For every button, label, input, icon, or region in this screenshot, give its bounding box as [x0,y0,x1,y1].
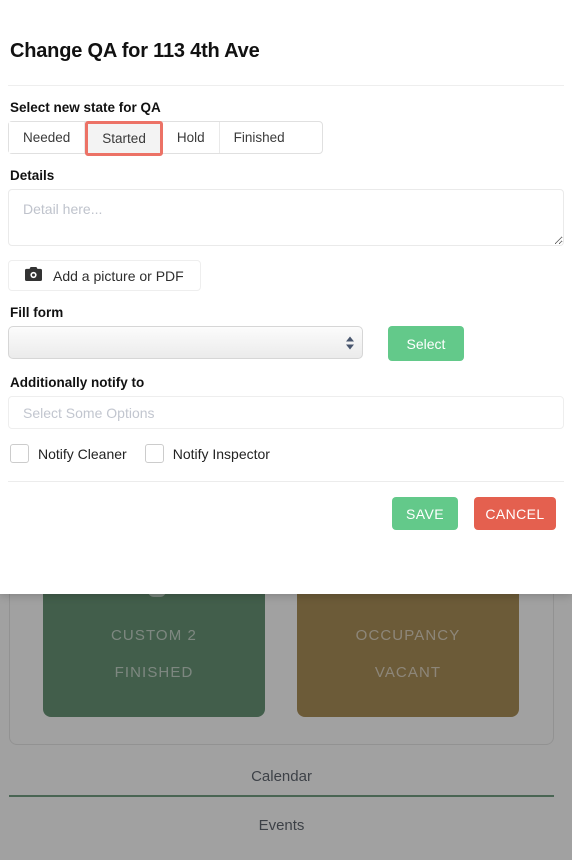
save-button[interactable]: SAVE [392,497,458,530]
details-textarea[interactable] [8,189,564,246]
state-option-hold[interactable]: Hold [162,122,220,153]
state-option-started[interactable]: Started [85,121,163,156]
notify-inspector-checkbox[interactable] [144,444,164,463]
fill-form-label: Fill form [10,305,64,320]
title-divider [8,85,564,86]
change-qa-modal: Change QA for 113 4th Ave Select new sta… [0,0,572,594]
select-button[interactable]: Select [388,326,464,361]
form-select[interactable] [8,326,363,359]
form-select-wrapper [8,326,363,359]
notify-label: Additionally notify to [10,375,145,390]
footer-actions: SAVE CANCEL [8,497,564,530]
notify-inspector-label: Notify Inspector [172,445,270,462]
state-option-finished[interactable]: Finished [219,122,299,153]
notify-checkbox-row: Notify Cleaner Notify Inspector [8,444,564,463]
notify-cleaner-checkbox[interactable] [10,444,29,463]
add-picture-button[interactable]: Add a picture or PDF [8,260,201,291]
state-button-group: Needed Started Hold Finished [8,121,323,156]
notify-multiselect-input[interactable] [8,396,564,429]
state-option-needed[interactable]: Needed [9,122,86,153]
footer-divider [8,481,564,482]
modal-title: Change QA for 113 4th Ave [10,40,260,62]
details-label: Details [10,168,55,183]
camera-icon [25,267,42,284]
state-section-label: Select new state for QA [10,100,161,115]
notify-cleaner-group[interactable]: Notify Cleaner [10,444,145,463]
add-picture-label: Add a picture or PDF [53,267,184,284]
notify-inspector-group[interactable]: Notify Inspector [144,444,288,463]
cancel-button[interactable]: CANCEL [474,497,556,530]
notify-cleaner-label: Notify Cleaner [38,445,127,462]
fill-form-row: Select [8,326,564,361]
